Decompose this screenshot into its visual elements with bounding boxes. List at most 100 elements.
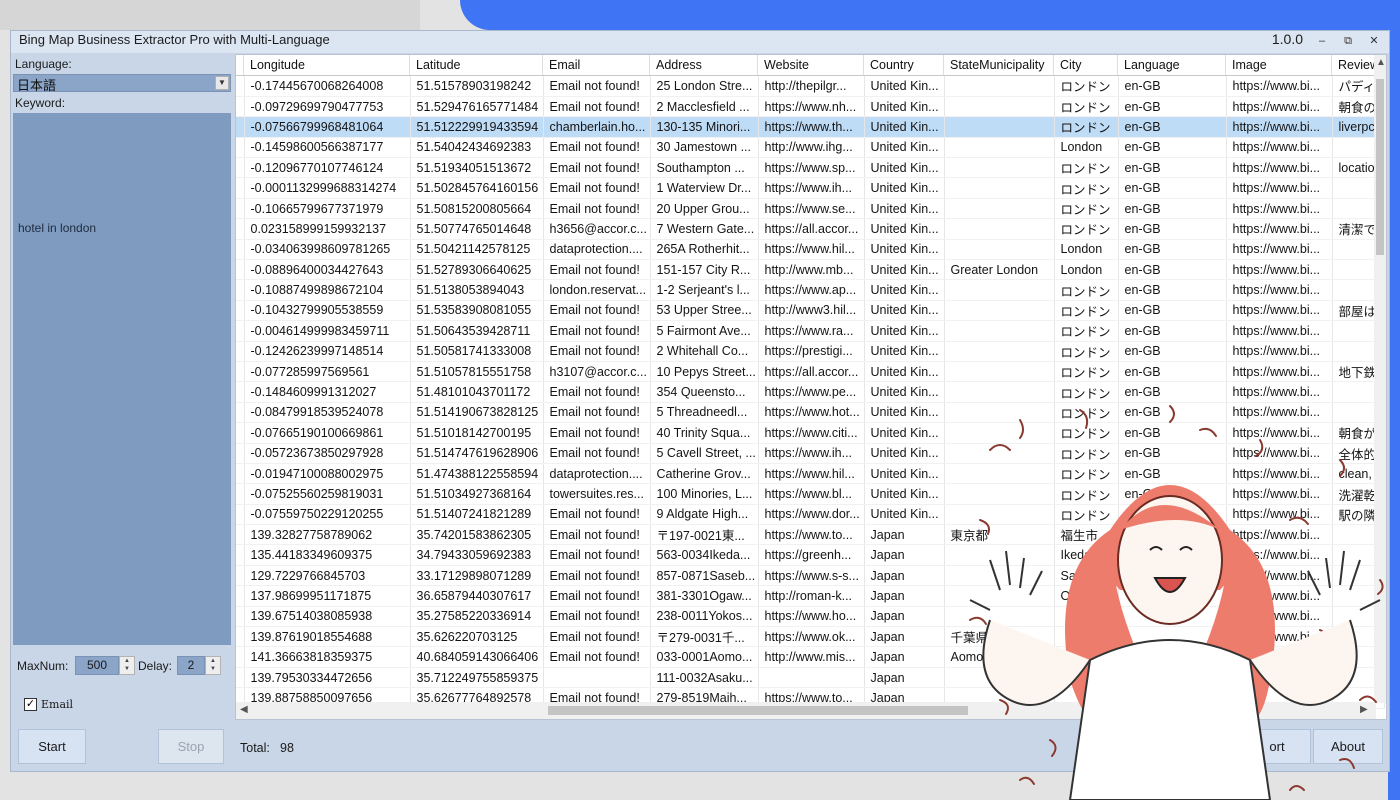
table-cell[interactable]: en-GB (1118, 259, 1227, 281)
table-cell[interactable]: -0.034063998609781265 (244, 239, 411, 261)
table-cell[interactable]: -0.1484609991312027 (244, 381, 411, 403)
table-cell[interactable]: https://www.ih... (758, 443, 865, 464)
vertical-scroll-thumb[interactable] (1376, 79, 1384, 255)
table-cell[interactable]: http://www.mis... (758, 646, 865, 668)
table-cell[interactable]: -0.05723673850297928 (244, 443, 411, 464)
table-cell[interactable]: https://www.hil... (758, 463, 865, 485)
table-row[interactable]: -0.004614999983459711 51.50643539428711 Em… (236, 320, 1385, 342)
table-cell[interactable]: 2 Macclesfield ... (650, 96, 759, 118)
column-header[interactable]: Image (1226, 55, 1332, 75)
table-cell[interactable]: 2 Whitehall Co... (650, 341, 759, 362)
table-cell[interactable]: -0.07525560259819031 (244, 483, 411, 505)
table-cell[interactable]: http://thepilgr... (758, 76, 865, 97)
table-cell[interactable]: https://www.s-s... (758, 565, 865, 587)
table-cell[interactable]: 51.51034927368164 (410, 483, 544, 505)
table-cell[interactable] (944, 157, 1055, 179)
table-cell[interactable]: 151-157 City R... (650, 259, 759, 281)
table-cell[interactable]: Japan (864, 524, 945, 546)
table-cell[interactable]: Japan (864, 565, 945, 587)
table-cell[interactable]: https://prestigi... (758, 341, 865, 362)
table-cell[interactable] (944, 341, 1055, 362)
table-cell[interactable]: -0.004614999983459711 (244, 320, 411, 342)
table-cell[interactable]: 40.684059143066406 (410, 646, 544, 668)
table-cell[interactable]: Japan (864, 667, 945, 689)
table-cell[interactable]: Email not found! (543, 565, 651, 587)
column-header[interactable]: Website (758, 55, 864, 75)
table-cell[interactable]: United Kin... (864, 239, 945, 261)
column-header[interactable]: StateMunicipality (944, 55, 1054, 75)
table-cell[interactable]: Japan (864, 646, 945, 668)
table-cell[interactable]: ロンドン (1054, 177, 1119, 199)
table-cell[interactable]: United Kin... (864, 96, 945, 118)
table-cell[interactable]: United Kin... (864, 279, 945, 301)
table-cell[interactable]: https://www.bi... (1226, 320, 1333, 342)
table-cell[interactable]: en-GB (1118, 218, 1227, 240)
table-cell[interactable]: 10 Pepys Street... (650, 361, 759, 383)
table-cell[interactable]: https://www.bi... (1226, 198, 1333, 220)
table-cell[interactable]: 51.51018142700195 (410, 422, 544, 444)
table-cell[interactable]: en-GB (1118, 279, 1227, 301)
table-cell[interactable] (944, 300, 1055, 322)
table-cell[interactable]: -0.10887499898672104 (244, 279, 411, 301)
table-cell[interactable]: https://all.accor... (758, 361, 865, 383)
table-cell[interactable]: chamberlain.ho... (543, 116, 651, 138)
table-cell[interactable]: en-GB (1118, 177, 1227, 199)
table-cell[interactable]: https://www.bi... (1226, 157, 1333, 179)
table-cell[interactable]: ロンドン (1054, 279, 1119, 301)
table-cell[interactable]: Japan (864, 544, 945, 566)
table-cell[interactable]: 354 Queensto... (650, 381, 759, 403)
table-cell[interactable]: Email not found! (543, 198, 651, 220)
table-row[interactable]: -0.17445670068264008 51.51578903198242 Ema… (236, 76, 1385, 97)
table-cell[interactable]: 53 Upper Stree... (650, 300, 759, 322)
table-cell[interactable]: https://www.dor... (758, 504, 865, 526)
table-cell[interactable]: Email not found! (543, 626, 651, 648)
table-cell[interactable]: London (1054, 137, 1119, 159)
horizontal-scroll-thumb[interactable] (548, 706, 968, 715)
table-cell[interactable]: ロンドン (1054, 341, 1119, 362)
table-cell[interactable] (543, 667, 651, 689)
table-cell[interactable]: 35.626220703125 (410, 626, 544, 648)
table-row[interactable]: -0.10887499898672104 51.5138053894043 lond… (236, 279, 1385, 301)
table-row[interactable]: -0.12096770107746124 51.51934051513672 Ema… (236, 157, 1385, 179)
table-cell[interactable]: 5 Threadneedl... (650, 402, 759, 424)
table-cell[interactable]: 111-0032Asaku... (650, 667, 759, 689)
table-cell[interactable]: ロンドン (1054, 116, 1119, 138)
table-cell[interactable]: United Kin... (864, 218, 945, 240)
table-cell[interactable]: Southampton ... (650, 157, 759, 179)
table-cell[interactable]: https://www.bi... (1226, 361, 1333, 383)
table-cell[interactable]: 35.27585220336914 (410, 606, 544, 628)
table-cell[interactable]: -0.07559750229120255 (244, 504, 411, 526)
table-row[interactable]: -0.10665799677371979 51.50815200805664 Ema… (236, 198, 1385, 220)
table-cell[interactable]: -0.07665190100669861 (244, 422, 411, 444)
table-cell[interactable]: https://www.citi... (758, 422, 865, 444)
table-cell[interactable]: -0.01947100088002975 (244, 463, 411, 485)
table-cell[interactable]: 51.50774765014648 (410, 218, 544, 240)
table-cell[interactable]: Email not found! (543, 137, 651, 159)
table-cell[interactable]: United Kin... (864, 504, 945, 526)
table-cell[interactable]: Email not found! (543, 402, 651, 424)
delay-spinner-icon[interactable]: ▲ ▼ (205, 656, 221, 675)
table-cell[interactable]: Catherine Grov... (650, 463, 759, 485)
table-cell[interactable] (944, 320, 1055, 342)
table-cell[interactable]: -0.10665799677371979 (244, 198, 411, 220)
table-cell[interactable]: en-GB (1118, 96, 1227, 118)
delay-input[interactable]: 2 (177, 656, 205, 675)
table-cell[interactable]: ロンドン (1054, 76, 1119, 97)
table-cell[interactable]: http://www.mb... (758, 259, 865, 281)
table-cell[interactable]: https://www.bi... (1226, 177, 1333, 199)
table-cell[interactable]: United Kin... (864, 320, 945, 342)
table-cell[interactable]: 9 Aldgate High... (650, 504, 759, 526)
table-cell[interactable]: h3107@accor.c... (543, 361, 651, 383)
table-cell[interactable]: ロンドン (1054, 218, 1119, 240)
table-cell[interactable]: 51.54042434692383 (410, 137, 544, 159)
table-cell[interactable]: Japan (864, 606, 945, 628)
table-row[interactable]: -0.09729699790477753 51.529476165771484 Em… (236, 96, 1385, 118)
table-cell[interactable]: Email not found! (543, 524, 651, 546)
table-cell[interactable]: -0.07566799968481064 (244, 116, 411, 138)
table-cell[interactable]: https://www.ho... (758, 606, 865, 628)
table-cell[interactable]: Email not found! (543, 157, 651, 179)
table-cell[interactable]: ロンドン (1054, 300, 1119, 322)
table-cell[interactable]: https://www.bi... (1226, 341, 1333, 362)
table-row[interactable]: -0.0001132999688314274 51.502845764160156… (236, 177, 1385, 199)
table-cell[interactable]: 139.87619018554688 (244, 626, 411, 648)
